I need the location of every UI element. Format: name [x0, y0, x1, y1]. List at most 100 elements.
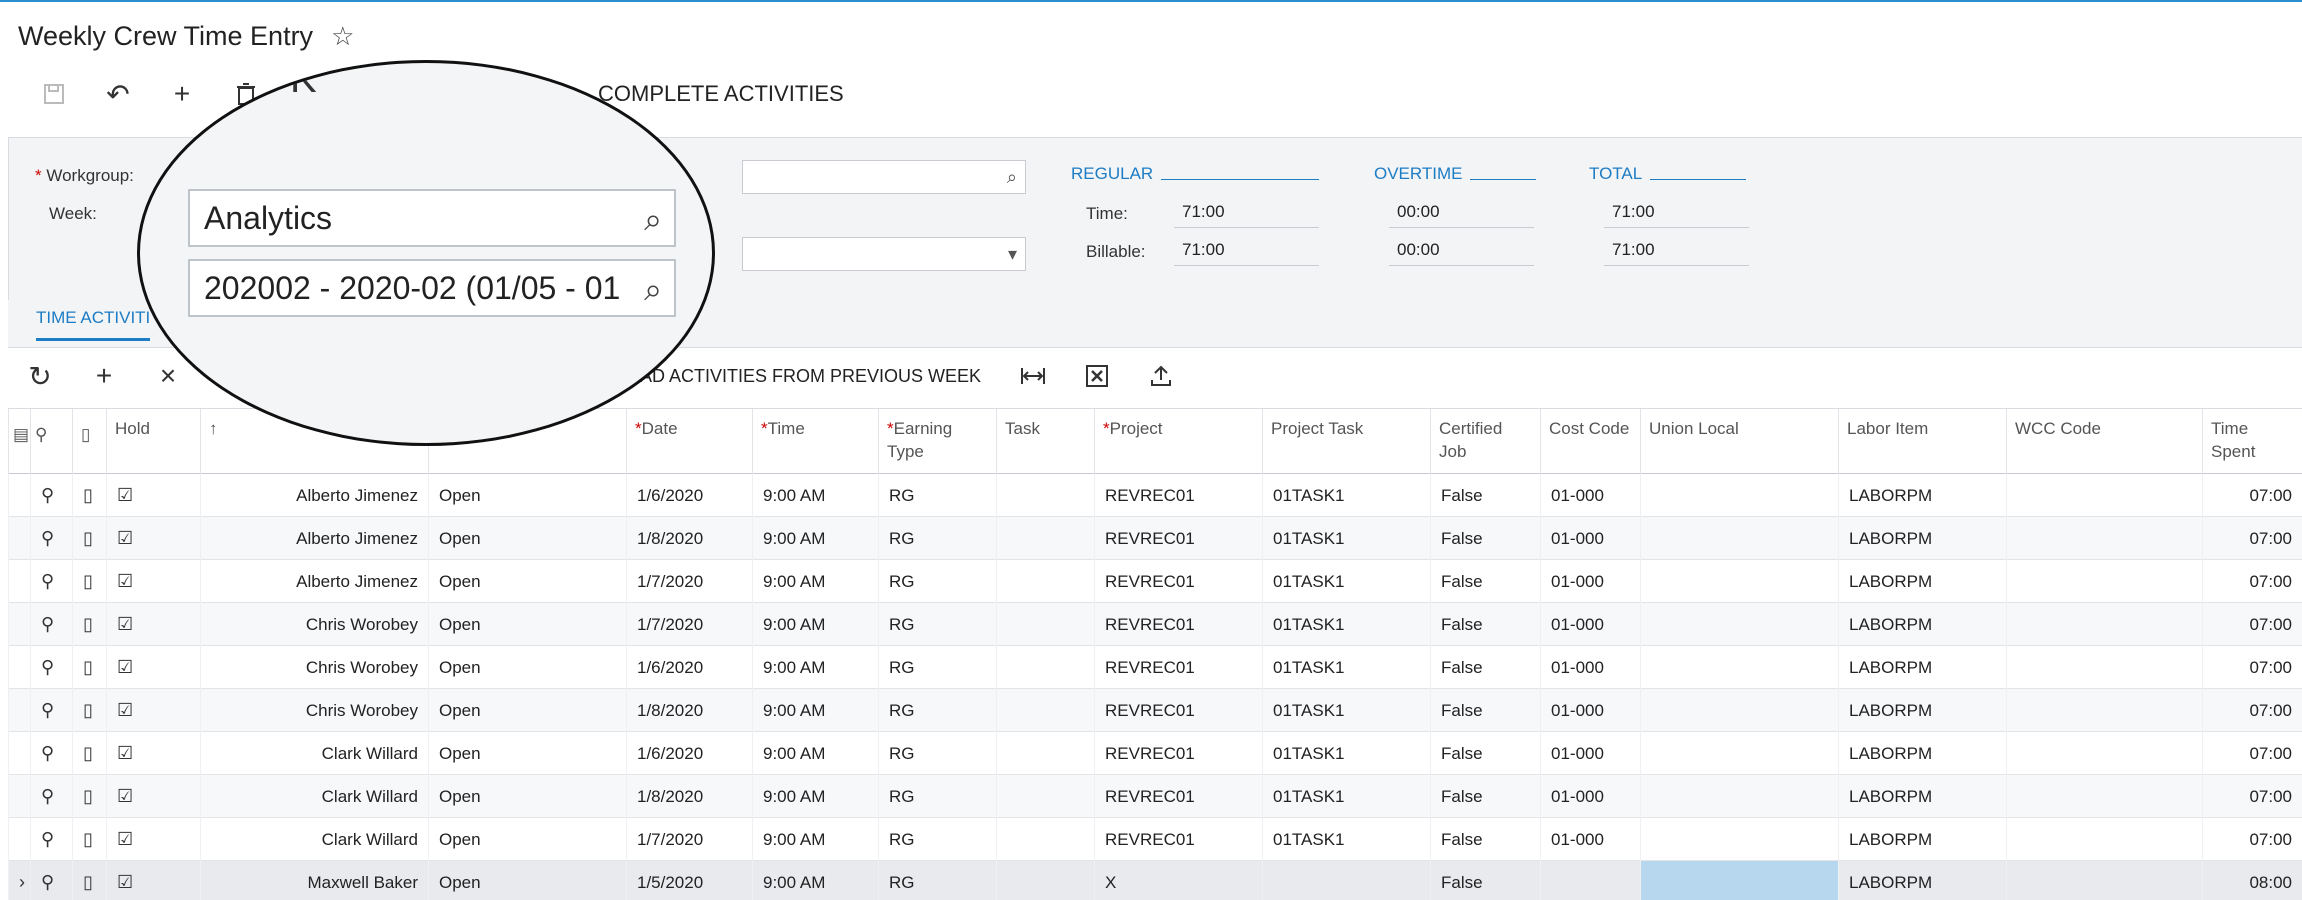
note-icon[interactable]: ▯ — [72, 474, 106, 517]
time-cell[interactable]: 9:00 AM — [752, 646, 878, 689]
lookup-field[interactable]: ⌕ — [742, 160, 1026, 194]
labor-item-cell[interactable]: LABORPM — [1838, 517, 2006, 560]
wcc-code-cell[interactable] — [2006, 646, 2202, 689]
attachment-icon[interactable]: ⚲ — [30, 689, 72, 732]
status-cell[interactable]: Open — [428, 818, 626, 861]
labor-item-cell[interactable]: LABORPM — [1838, 603, 2006, 646]
note-icon[interactable]: ▯ — [72, 560, 106, 603]
row-expand-icon[interactable] — [8, 474, 30, 517]
star-icon[interactable]: ☆ — [331, 21, 354, 52]
status-cell[interactable]: Open — [428, 603, 626, 646]
cost-code-cell[interactable]: 01-000 — [1540, 689, 1640, 732]
upload-icon[interactable] — [1129, 356, 1193, 396]
status-cell[interactable]: Open — [428, 775, 626, 818]
hold-checkbox[interactable]: ☑ — [106, 775, 200, 818]
project-task-cell[interactable]: 01TASK1 — [1262, 646, 1430, 689]
complete-activities-button[interactable]: COMPLETE ACTIVITIES — [598, 81, 844, 107]
labor-item-cell[interactable]: LABORPM — [1838, 861, 2006, 900]
row-expand-icon[interactable] — [8, 732, 30, 775]
project-cell[interactable]: REVREC01 — [1094, 560, 1262, 603]
certified-job-cell[interactable]: False — [1430, 861, 1540, 900]
certified-job-cell[interactable]: False — [1430, 646, 1540, 689]
earning-type-cell[interactable]: RG — [878, 732, 996, 775]
refresh-icon[interactable]: ↻ — [8, 356, 72, 396]
union-local-cell[interactable] — [1640, 560, 1838, 603]
union-local-cell[interactable] — [1640, 775, 1838, 818]
union-local-cell[interactable] — [1640, 732, 1838, 775]
wcc-code-cell[interactable] — [2006, 560, 2202, 603]
attachment-icon[interactable]: ⚲ — [30, 732, 72, 775]
earning-type-cell[interactable]: RG — [878, 818, 996, 861]
time-spent-cell[interactable]: 07:00 — [2202, 603, 2302, 646]
earning-type-cell[interactable]: RG — [878, 689, 996, 732]
earning-type-cell[interactable]: RG — [878, 861, 996, 900]
employee-cell[interactable]: Chris Worobey — [200, 603, 428, 646]
date-cell[interactable]: 1/7/2020 — [626, 603, 752, 646]
project-task-cell[interactable]: 01TASK1 — [1262, 732, 1430, 775]
certified-job-cell[interactable]: False — [1430, 560, 1540, 603]
cost-code-cell[interactable]: 01-000 — [1540, 646, 1640, 689]
table-row[interactable]: ⚲ ▯ ☑ Chris Worobey Open 1/8/2020 9:00 AM RG REV… — [8, 689, 2302, 732]
col-labor-item[interactable]: Labor Item — [1838, 409, 2006, 475]
labor-item-cell[interactable]: LABORPM — [1838, 560, 2006, 603]
labor-item-cell[interactable]: LABORPM — [1838, 818, 2006, 861]
status-cell[interactable]: Open — [428, 560, 626, 603]
time-spent-cell[interactable]: 07:00 — [2202, 689, 2302, 732]
attachment-icon[interactable]: ⚲ — [30, 775, 72, 818]
time-cell[interactable]: 9:00 AM — [752, 560, 878, 603]
status-cell[interactable]: Open — [428, 689, 626, 732]
task-cell[interactable] — [996, 517, 1094, 560]
task-cell[interactable] — [996, 646, 1094, 689]
hold-checkbox[interactable]: ☑ — [106, 646, 200, 689]
col-project[interactable]: *Project — [1094, 409, 1262, 475]
task-cell[interactable] — [996, 732, 1094, 775]
time-spent-cell[interactable]: 08:00 — [2202, 861, 2302, 900]
attachment-icon[interactable]: ⚲ — [30, 560, 72, 603]
hold-checkbox[interactable]: ☑ — [106, 689, 200, 732]
employee-cell[interactable]: Maxwell Baker — [200, 861, 428, 900]
union-local-cell[interactable] — [1640, 517, 1838, 560]
time-cell[interactable]: 9:00 AM — [752, 775, 878, 818]
date-cell[interactable]: 1/6/2020 — [626, 474, 752, 517]
col-hold[interactable]: Hold — [106, 409, 200, 475]
table-row[interactable]: › ⚲ ▯ ☑ Maxwell Baker Open 1/5/2020 9:00 AM RG X F… — [8, 861, 2302, 900]
date-cell[interactable]: 1/6/2020 — [626, 646, 752, 689]
search-icon[interactable]: ⌕ — [644, 201, 662, 239]
load-activities-button[interactable]: AD ACTIVITIES FROM PREVIOUS WEEK — [640, 366, 981, 387]
row-selector-icon[interactable]: ▤ — [8, 409, 30, 475]
employee-cell[interactable]: Clark Willard — [200, 732, 428, 775]
certified-job-cell[interactable]: False — [1430, 603, 1540, 646]
task-cell[interactable] — [996, 474, 1094, 517]
status-cell[interactable]: Open — [428, 474, 626, 517]
time-cell[interactable]: 9:00 AM — [752, 861, 878, 900]
cost-code-cell[interactable]: 01-000 — [1540, 732, 1640, 775]
col-time[interactable]: *Time — [752, 409, 878, 475]
cost-code-cell[interactable]: 01-000 — [1540, 775, 1640, 818]
employee-cell[interactable]: Clark Willard — [200, 775, 428, 818]
time-cell[interactable]: 9:00 AM — [752, 474, 878, 517]
time-cell[interactable]: 9:00 AM — [752, 732, 878, 775]
note-icon[interactable]: ▯ — [72, 861, 106, 900]
export-excel-icon[interactable] — [1065, 356, 1129, 396]
certified-job-cell[interactable]: False — [1430, 818, 1540, 861]
cost-code-cell[interactable]: 01-000 — [1540, 517, 1640, 560]
union-local-cell[interactable] — [1640, 818, 1838, 861]
note-icon[interactable]: ▯ — [72, 689, 106, 732]
certified-job-cell[interactable]: False — [1430, 775, 1540, 818]
dropdown-field[interactable]: ▾ — [742, 237, 1026, 271]
note-icon[interactable]: ▯ — [72, 775, 106, 818]
hold-checkbox[interactable]: ☑ — [106, 732, 200, 775]
labor-item-cell[interactable]: LABORPM — [1838, 474, 2006, 517]
earning-type-cell[interactable]: RG — [878, 646, 996, 689]
time-spent-cell[interactable]: 07:00 — [2202, 517, 2302, 560]
row-expand-icon[interactable] — [8, 517, 30, 560]
row-expand-icon[interactable] — [8, 775, 30, 818]
col-project-task[interactable]: Project Task — [1262, 409, 1430, 475]
employee-cell[interactable]: Alberto Jimenez — [200, 560, 428, 603]
wcc-code-cell[interactable] — [2006, 474, 2202, 517]
union-local-cell[interactable] — [1640, 603, 1838, 646]
add-icon[interactable]: + — [150, 74, 214, 114]
wcc-code-cell[interactable] — [2006, 732, 2202, 775]
union-local-cell[interactable] — [1640, 861, 1838, 900]
week-field[interactable]: 202002 - 2020-02 (01/05 - 01 ⌕ — [188, 259, 676, 317]
